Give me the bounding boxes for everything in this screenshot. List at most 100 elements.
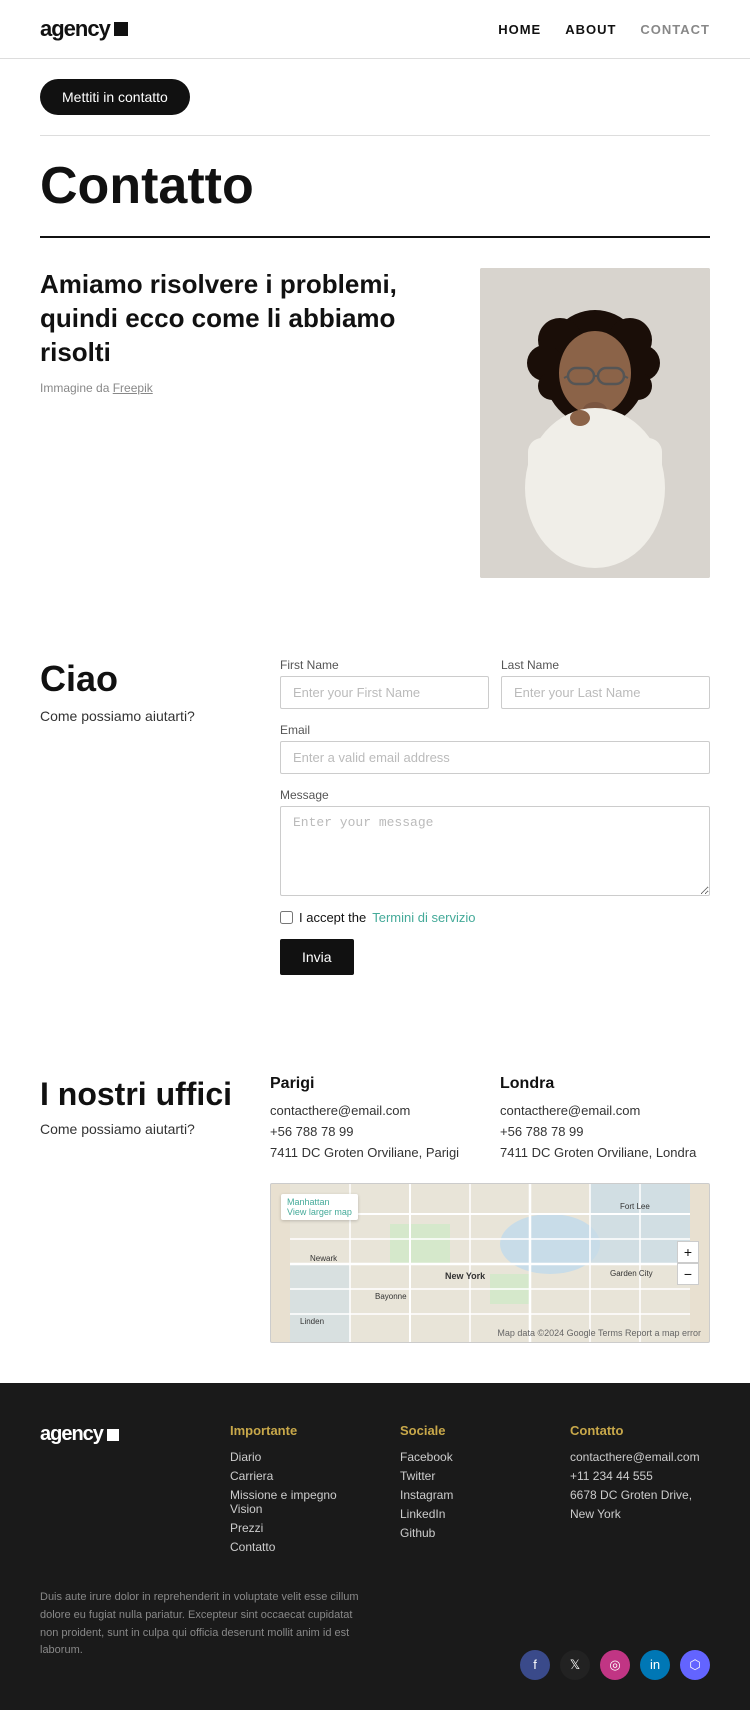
first-name-input[interactable] <box>280 676 489 709</box>
office-paris: Parigi contacthere@email.com +56 788 78 … <box>270 1075 480 1163</box>
offices-title: I nostri uffici <box>40 1075 240 1113</box>
zoom-out-button[interactable]: − <box>677 1263 699 1285</box>
london-phone: +56 788 78 99 <box>500 1122 710 1143</box>
first-name-group: First Name <box>280 658 489 709</box>
form-right: First Name Last Name Email Message I acc… <box>280 658 710 975</box>
footer-item-prezzi[interactable]: Prezzi <box>230 1521 370 1535</box>
footer-item-facebook[interactable]: Facebook <box>400 1450 540 1464</box>
footer-col-importante-title: Importante <box>230 1423 370 1438</box>
footer-item-instagram[interactable]: Instagram <box>400 1488 540 1502</box>
svg-text:Linden: Linden <box>300 1317 324 1326</box>
nav-home[interactable]: HOME <box>498 22 541 37</box>
footer-logo-col: agency <box>40 1423 200 1559</box>
footer-item-missione[interactable]: Missione e impegno Vision <box>230 1488 370 1516</box>
offices-subtitle: Come possiamo aiutarti? <box>40 1121 240 1137</box>
last-name-group: Last Name <box>501 658 710 709</box>
svg-text:Bayonne: Bayonne <box>375 1292 407 1301</box>
contact-btn-wrap: Mettiti in contatto <box>0 59 750 135</box>
footer-col-importante-list: Diario Carriera Missione e impegno Visio… <box>230 1450 370 1554</box>
offices-section: I nostri uffici Come possiamo aiutarti? … <box>0 1035 750 1383</box>
footer-top: agency Importante Diario Carriera Missio… <box>40 1423 710 1559</box>
logo[interactable]: agency <box>40 16 128 42</box>
terms-checkbox[interactable] <box>280 911 293 924</box>
footer-col-contatto-title: Contatto <box>570 1423 710 1438</box>
navbar: agency HOME ABOUT CONTACT <box>0 0 750 59</box>
footer-social-icons: f 𝕏 ◎ in ⬡ <box>520 1650 710 1680</box>
last-name-input[interactable] <box>501 676 710 709</box>
map-link[interactable]: View larger map <box>287 1207 352 1217</box>
footer-contact-city: New York <box>570 1507 710 1521</box>
contact-button[interactable]: Mettiti in contatto <box>40 79 190 115</box>
social-instagram-icon[interactable]: ◎ <box>600 1650 630 1680</box>
london-email: contacthere@email.com <box>500 1101 710 1122</box>
svg-text:Garden City: Garden City <box>610 1269 653 1278</box>
office-london: Londra contacthere@email.com +56 788 78 … <box>500 1075 710 1163</box>
paris-email: contacthere@email.com <box>270 1101 480 1122</box>
form-section: Ciao Come possiamo aiutarti? First Name … <box>0 618 750 1035</box>
nav-links: HOME ABOUT CONTACT <box>498 22 710 37</box>
nav-about[interactable]: ABOUT <box>565 22 616 37</box>
map-label: Manhattan View larger map <box>281 1194 358 1220</box>
form-row-name: First Name Last Name <box>280 658 710 709</box>
email-label: Email <box>280 723 710 737</box>
london-title: Londra <box>500 1075 710 1093</box>
freepik-link[interactable]: Freepik <box>113 381 153 395</box>
offices-right: Parigi contacthere@email.com +56 788 78 … <box>270 1075 710 1343</box>
svg-text:Fort Lee: Fort Lee <box>620 1202 650 1211</box>
footer-contact-email: contacthere@email.com <box>570 1450 710 1464</box>
hero-section: Contatto Amiamo risolvere i problemi, qu… <box>0 136 750 618</box>
footer-logo[interactable]: agency <box>40 1423 200 1446</box>
email-input[interactable] <box>280 741 710 774</box>
footer-col-contatto-list: contacthere@email.com +11 234 44 555 667… <box>570 1450 710 1521</box>
terms-link[interactable]: Termini di servizio <box>372 910 475 925</box>
footer: agency Importante Diario Carriera Missio… <box>0 1383 750 1709</box>
map-city: Manhattan <box>287 1197 352 1207</box>
form-title: Ciao <box>40 658 240 700</box>
image-credit: Immagine da Freepik <box>40 381 450 395</box>
footer-col-sociale-title: Sociale <box>400 1423 540 1438</box>
logo-text: agency <box>40 16 110 42</box>
footer-item-linkedin[interactable]: LinkedIn <box>400 1507 540 1521</box>
email-group: Email <box>280 723 710 774</box>
hero-text: Amiamo risolvere i problemi, quindi ecco… <box>40 268 450 395</box>
footer-item-twitter[interactable]: Twitter <box>400 1469 540 1483</box>
london-address: 7411 DC Groten Orviliane, Londra <box>500 1143 710 1164</box>
logo-icon <box>114 22 128 36</box>
svg-text:Newark: Newark <box>310 1254 338 1263</box>
footer-item-diario[interactable]: Diario <box>230 1450 370 1464</box>
footer-item-carriera[interactable]: Carriera <box>230 1469 370 1483</box>
hero-content: Amiamo risolvere i problemi, quindi ecco… <box>40 268 710 578</box>
footer-logo-icon <box>107 1429 119 1441</box>
footer-col-sociale: Sociale Facebook Twitter Instagram Linke… <box>400 1423 540 1559</box>
map-zoom: + − <box>677 1241 699 1285</box>
footer-body-text: Duis aute irure dolor in reprehenderit i… <box>40 1589 360 1659</box>
social-twitter-icon[interactable]: 𝕏 <box>560 1650 590 1680</box>
form-subtitle: Come possiamo aiutarti? <box>40 708 240 724</box>
page-title: Contatto <box>40 156 710 238</box>
footer-item-contatto[interactable]: Contatto <box>230 1540 370 1554</box>
message-input[interactable] <box>280 806 710 896</box>
zoom-in-button[interactable]: + <box>677 1241 699 1263</box>
submit-button[interactable]: Invia <box>280 939 354 975</box>
social-linkedin-icon[interactable]: in <box>640 1650 670 1680</box>
offices-cols: Parigi contacthere@email.com +56 788 78 … <box>270 1075 710 1163</box>
footer-col-contatto: Contatto contacthere@email.com +11 234 4… <box>570 1423 710 1559</box>
paris-phone: +56 788 78 99 <box>270 1122 480 1143</box>
message-group: Message <box>280 788 710 896</box>
terms-text: I accept the <box>299 910 366 925</box>
first-name-label: First Name <box>280 658 489 672</box>
footer-col-sociale-list: Facebook Twitter Instagram LinkedIn Gith… <box>400 1450 540 1540</box>
nav-contact[interactable]: CONTACT <box>640 22 710 37</box>
footer-col-importante: Importante Diario Carriera Missione e im… <box>230 1423 370 1559</box>
form-left: Ciao Come possiamo aiutarti? <box>40 658 240 975</box>
footer-item-github[interactable]: Github <box>400 1526 540 1540</box>
footer-contact-phone: +11 234 44 555 <box>570 1469 710 1483</box>
social-facebook-icon[interactable]: f <box>520 1650 550 1680</box>
map-credits: Map data ©2024 Google Terms Report a map… <box>497 1328 701 1338</box>
social-mastodon-icon[interactable]: ⬡ <box>680 1650 710 1680</box>
hero-heading: Amiamo risolvere i problemi, quindi ecco… <box>40 268 450 369</box>
map-container[interactable]: New York Newark Fort Lee Garden City Lin… <box>270 1183 710 1343</box>
footer-contact-address1: 6678 DC Groten Drive, <box>570 1488 710 1502</box>
svg-text:New York: New York <box>445 1271 486 1281</box>
paris-title: Parigi <box>270 1075 480 1093</box>
